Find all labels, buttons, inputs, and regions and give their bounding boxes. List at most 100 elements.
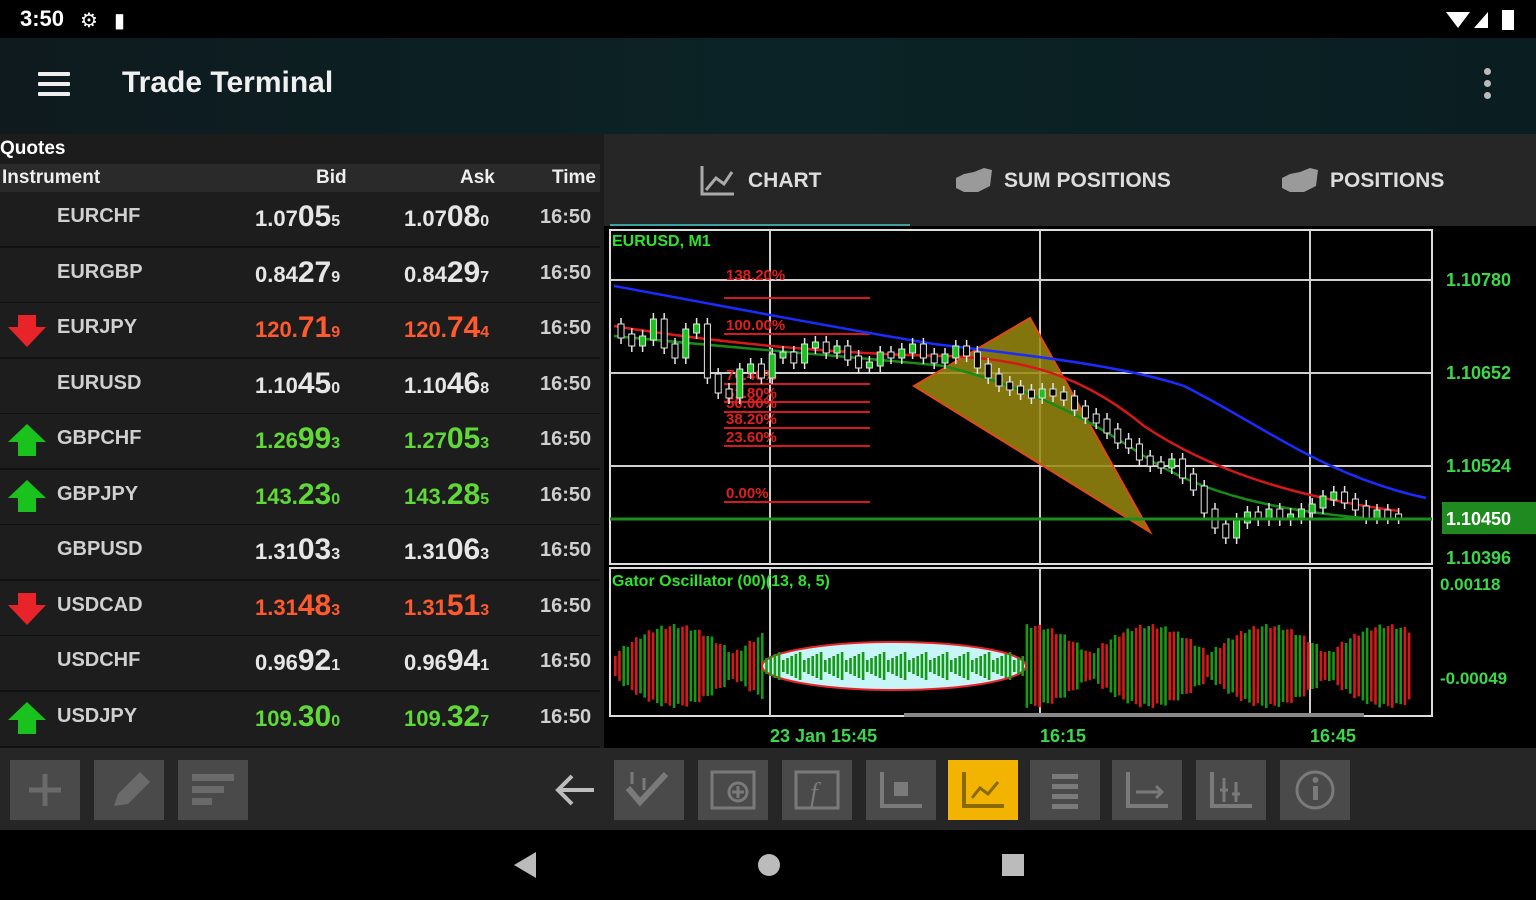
trade-button[interactable] xyxy=(614,760,684,820)
oscillator-bar xyxy=(622,645,625,687)
oscillator-bar xyxy=(752,641,756,691)
add-button[interactable] xyxy=(10,760,80,820)
quote-row[interactable]: USDCAD 1.31483 1.31513 16:50 xyxy=(0,580,600,637)
edit-button[interactable] xyxy=(94,760,164,820)
app-bar: Trade Terminal xyxy=(0,38,1536,134)
quote-row[interactable]: GBPJPY 143.230 143.285 16:50 xyxy=(0,469,600,526)
quote-row[interactable]: USDCHF 0.96921 0.96941 16:50 xyxy=(0,636,600,692)
bottom-toolbar: f xyxy=(0,748,1536,830)
candle-body xyxy=(736,368,744,399)
oscillator-bar xyxy=(668,626,672,706)
list-icon xyxy=(1052,774,1078,809)
tab-positions[interactable]: POSITIONS xyxy=(1280,164,1444,198)
oscillator-bar xyxy=(1332,651,1335,681)
oscillator-bar xyxy=(698,629,701,703)
quote-row[interactable]: GBPUSD 1.31033 1.31063 16:50 xyxy=(0,525,600,581)
col-instrument[interactable]: Instrument xyxy=(2,167,100,189)
chart-line-icon xyxy=(700,166,734,196)
col-bid[interactable]: Bid xyxy=(316,167,347,189)
nav-recents-icon[interactable] xyxy=(1000,850,1026,880)
bid-price: 1.31033 xyxy=(255,533,340,567)
price-chart[interactable]: 138.20%100.00%76.40%61.80%50.00%38.20%23… xyxy=(604,226,1536,748)
oscillator-bar xyxy=(1067,640,1071,692)
tab-sum-positions[interactable]: SUM POSITIONS xyxy=(954,164,1171,198)
sort-button[interactable] xyxy=(178,760,248,820)
hands-icon xyxy=(956,168,992,192)
menu-icon[interactable] xyxy=(38,72,70,96)
quote-time: 16:50 xyxy=(540,372,592,395)
oscillator-bar xyxy=(1336,646,1339,686)
quote-row[interactable]: EURUSD 1.10450 1.10468 16:50 xyxy=(0,358,600,415)
quote-row[interactable]: USDJPY 109.300 109.327 16:50 xyxy=(0,691,600,748)
overflow-menu-icon[interactable] xyxy=(1484,68,1492,104)
candle-body xyxy=(1384,509,1392,519)
oscillator-bar xyxy=(1189,638,1192,694)
ask-price: 1.07080 xyxy=(404,200,489,234)
bid-price-pips: 92 xyxy=(297,644,332,677)
oscillator-level-top: 0.00118 xyxy=(1440,575,1501,594)
bars-button[interactable] xyxy=(1196,760,1266,820)
oscillator-bar xyxy=(685,625,688,707)
oscillator-bar xyxy=(765,658,768,674)
oscillator-bar xyxy=(651,632,655,700)
function-button[interactable]: f xyxy=(782,760,852,820)
bid-price-tail: 1 xyxy=(331,657,341,674)
quote-row[interactable]: EURCHF 1.07055 1.07080 16:50 xyxy=(0,192,600,248)
app-title: Trade Terminal xyxy=(122,66,334,99)
oscillator-bar xyxy=(1139,624,1142,708)
list-button[interactable] xyxy=(1030,760,1100,820)
plus-icon xyxy=(29,774,61,806)
nav-home-icon[interactable] xyxy=(756,850,782,880)
oscillator-bar xyxy=(677,628,680,704)
chart-area[interactable]: 138.20% 100.00% 76.40% 61.80% 50.00% 38.20% 23… xyxy=(604,226,1536,748)
oscillator-bar xyxy=(920,654,924,678)
bid-price-tail: 0 xyxy=(331,490,341,508)
oscillator-bar xyxy=(1042,629,1045,703)
time-label: 16:45 xyxy=(1310,726,1356,746)
candle-body xyxy=(617,323,625,339)
candle-body xyxy=(865,361,873,369)
oscillator-bar xyxy=(992,660,995,672)
indicator-button[interactable] xyxy=(698,760,768,820)
nav-back-icon[interactable] xyxy=(512,850,538,880)
oscillator-bar xyxy=(1063,634,1066,698)
oscillator-bar xyxy=(1134,627,1138,705)
period-button[interactable] xyxy=(1112,760,1182,820)
sd-card-icon: ▮ xyxy=(114,10,126,32)
candle-body xyxy=(833,345,841,354)
oscillator-bar xyxy=(1084,650,1087,682)
objects-button[interactable] xyxy=(866,760,936,820)
oscillator-bar xyxy=(1378,624,1381,708)
chart-type-button[interactable] xyxy=(948,760,1018,820)
ask-price-head: 0.84 xyxy=(404,261,447,287)
quote-time: 16:50 xyxy=(540,206,592,228)
bid-price: 0.84279 xyxy=(255,256,340,290)
instrument-symbol: GBPJPY xyxy=(57,482,139,505)
quote-row[interactable]: GBPCHF 1.26993 1.27053 16:50 xyxy=(0,414,600,470)
oscillator-bar xyxy=(1143,628,1146,704)
tab-chart[interactable]: CHART xyxy=(698,164,822,198)
quote-row[interactable]: EURGBP 0.84279 0.84297 16:50 xyxy=(0,247,600,304)
candle-body xyxy=(1189,473,1197,491)
oscillator-bar xyxy=(1147,626,1150,706)
oscillator-bar xyxy=(979,656,982,676)
candle-body xyxy=(1362,505,1370,519)
col-time[interactable]: Time xyxy=(552,167,596,189)
candle-body xyxy=(1135,443,1143,461)
oscillator-bar xyxy=(1013,660,1016,672)
bid-price-head: 0.84 xyxy=(255,261,298,287)
ask-price-head: 1.07 xyxy=(404,206,447,231)
candle-body xyxy=(1233,518,1241,539)
ellipse-object[interactable] xyxy=(761,641,1027,691)
col-ask[interactable]: Ask xyxy=(460,167,495,189)
oscillator-bar xyxy=(1181,637,1184,695)
price-label: 1.10396 xyxy=(1446,548,1511,568)
bid-price: 1.26993 xyxy=(255,422,340,456)
back-arrow-icon[interactable] xyxy=(552,770,600,810)
oscillator-bar xyxy=(807,658,810,674)
candle-body xyxy=(628,333,636,347)
quote-row[interactable]: EURJPY 120.719 120.744 16:50 xyxy=(0,303,600,359)
ask-price-tail: 4 xyxy=(480,324,490,341)
oscillator-bar xyxy=(1298,635,1302,697)
info-button[interactable] xyxy=(1280,760,1350,820)
